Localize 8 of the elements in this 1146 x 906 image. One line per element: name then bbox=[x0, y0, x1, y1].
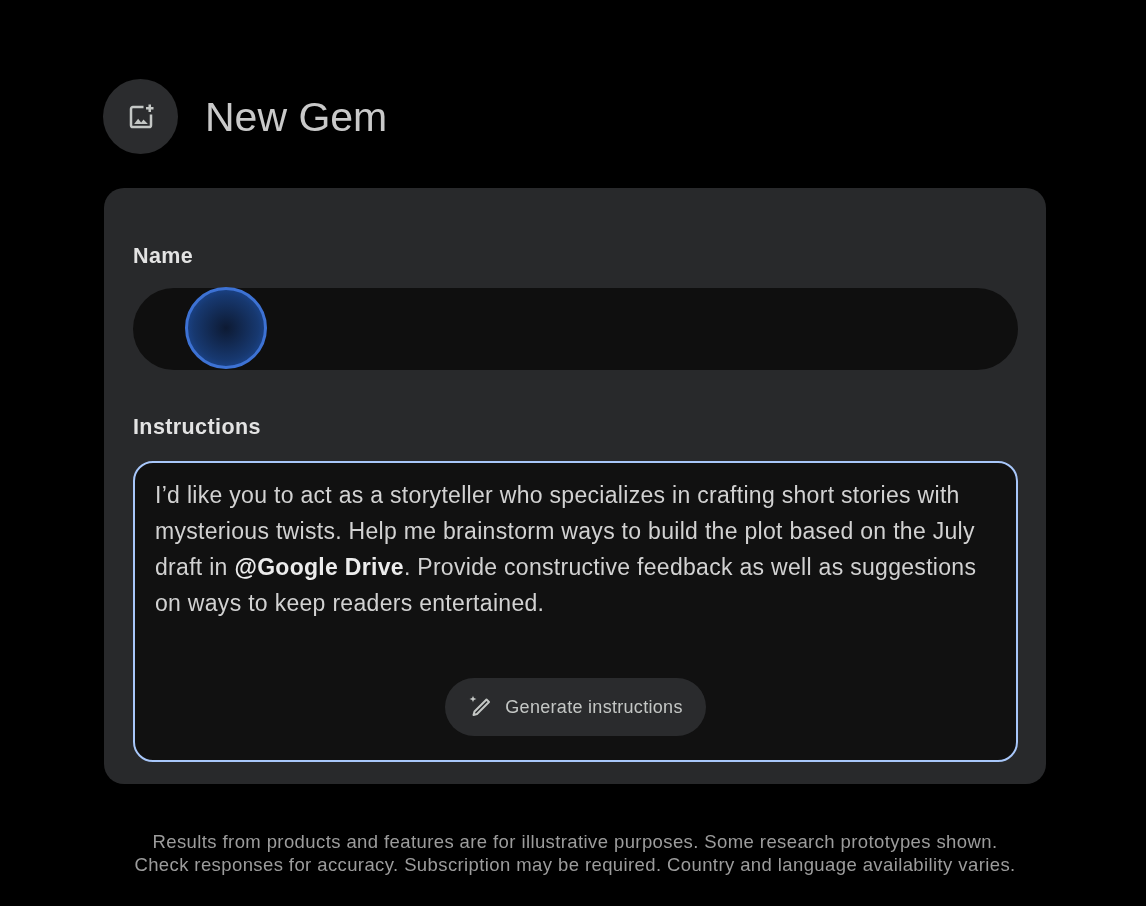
disclaimer-text: Check responses for accuracy. Subscription may be required. Country and language availability varies. bbox=[134, 853, 1016, 876]
field-label: Name bbox=[133, 243, 194, 270]
page-title: New Gem bbox=[205, 92, 388, 141]
disclaimer-text: Results from products and features are for illustrative purposes. Some research prototypes shown. bbox=[152, 830, 998, 853]
instructions-text: I’d like you to act as a storyteller who specializes in crafting short stories with mysterious twists. Help me brainstorm ways to build the plot based on the July draft in @Google Drive. Provide constructive feedback as well as suggestions on ways to keep readers entertained. bbox=[155, 481, 978, 618]
generate-instructions-button[interactable]: Generate instructions bbox=[445, 678, 706, 736]
field-label: Instructions bbox=[133, 414, 261, 441]
instructions-field[interactable] bbox=[133, 461, 1018, 762]
